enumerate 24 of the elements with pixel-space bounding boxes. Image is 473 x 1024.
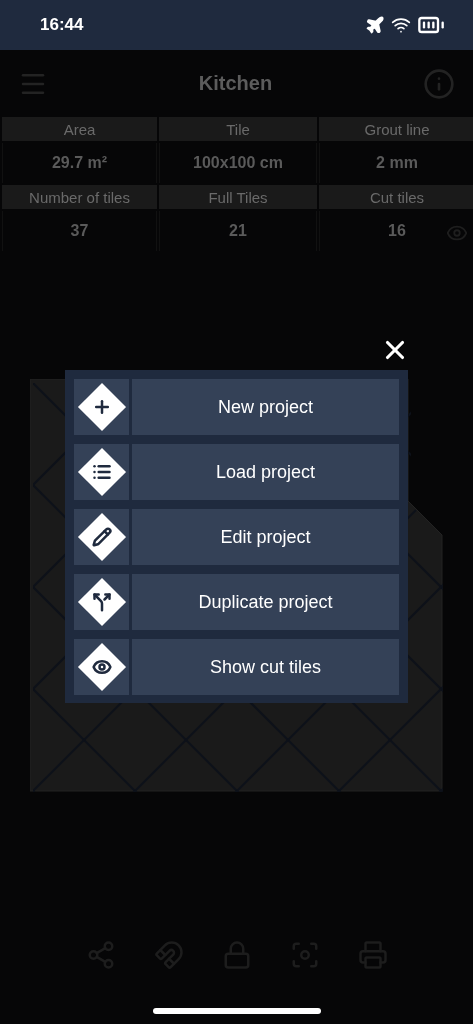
printer-icon[interactable] [357,940,388,970]
wifi-icon [391,15,411,35]
info-icon[interactable] [423,67,455,100]
stat-value: 29.7 m² [51,154,108,172]
airplane-icon [365,15,385,35]
stat-value: 21 [229,222,247,240]
stat-label: Cut tiles [319,185,473,209]
menu-item[interactable]: Load project [132,444,399,500]
stat-value: 37 [70,222,89,240]
stat-label: Grout line [319,117,473,141]
magnet-icon[interactable] [153,940,184,970]
project-title: Kitchen [198,72,273,95]
menu-item[interactable]: Duplicate project [132,574,399,630]
menu-item[interactable]: Edit project [132,509,399,565]
stat-value: 16 [388,222,406,240]
menu-item[interactable]: New project [132,379,399,435]
stat-label: Tile [159,117,317,141]
menu-item[interactable]: Show cut tiles [132,639,399,695]
stat-label: Number of tiles [2,185,157,209]
stat-label: Full Tiles [159,185,317,209]
stat-value: 100x100 cm [193,154,283,172]
stat-label: Area [2,117,157,141]
status-time: 16:44 [40,15,84,35]
stat-value: 2 mm [376,154,418,172]
